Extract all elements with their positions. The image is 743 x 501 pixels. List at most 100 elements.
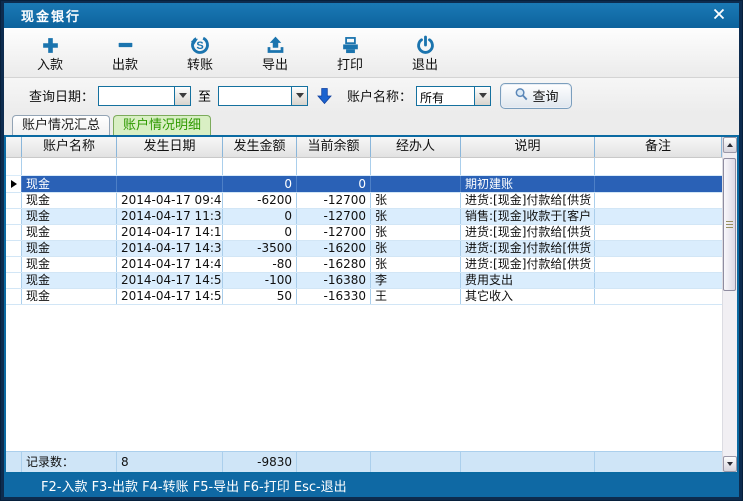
row-indicator-cell bbox=[6, 257, 22, 272]
footer-empty-cell bbox=[297, 452, 371, 472]
exit-label: 退出 bbox=[412, 57, 438, 73]
scrollbar-thumb[interactable] bbox=[723, 158, 736, 291]
scrollbar-track[interactable] bbox=[723, 153, 737, 456]
deposit-label: 入款 bbox=[37, 57, 63, 73]
column-header-0[interactable]: 账户名称 bbox=[22, 137, 117, 157]
empty-cell bbox=[22, 158, 117, 175]
column-header-3[interactable]: 当前余额 bbox=[297, 137, 371, 157]
search-button[interactable]: 查询 bbox=[500, 83, 572, 109]
cell-balance: -12700 bbox=[297, 225, 371, 240]
table-header-row: 账户名称发生日期发生金额当前余额经办人说明备注 bbox=[6, 137, 722, 158]
withdraw-label: 出款 bbox=[112, 57, 138, 73]
query-date-label: 查询日期： bbox=[29, 86, 94, 105]
table-row[interactable]: 现金2014-04-17 14:51-100-16380李费用支出 bbox=[6, 273, 722, 289]
cell-handler: 张 bbox=[371, 209, 461, 224]
down-arrow-icon bbox=[317, 87, 332, 105]
table-row[interactable]: 现金2014-04-17 14:43-80-16280张进货:[现金]付款给[供… bbox=[6, 257, 722, 273]
plus-icon bbox=[40, 34, 61, 56]
cell-date: 2014-04-17 14:16 bbox=[117, 225, 223, 240]
export-button[interactable]: 导出 bbox=[242, 30, 308, 76]
shortcut-keys-text: F2-入款 F3-出款 F4-转账 F5-导出 F6-打印 Esc-退出 bbox=[41, 476, 347, 495]
triangle-up-icon bbox=[727, 143, 733, 147]
status-bar: F2-入款 F3-出款 F4-转账 F5-导出 F6-打印 Esc-退出 bbox=[4, 474, 739, 497]
column-header-2[interactable]: 发生金额 bbox=[223, 137, 297, 157]
date-to-value[interactable] bbox=[219, 87, 291, 105]
date-from-value[interactable] bbox=[99, 87, 174, 105]
magnifier-icon bbox=[514, 87, 529, 105]
table-row[interactable]: 现金2014-04-17 14:5250-16330王其它收入 bbox=[6, 289, 722, 305]
chevron-down-icon bbox=[179, 93, 187, 98]
cell-desc: 进货:[现金]付款给[供货 bbox=[461, 241, 595, 256]
cell-balance: -16280 bbox=[297, 257, 371, 272]
column-header-5[interactable]: 说明 bbox=[461, 137, 595, 157]
empty-row[interactable] bbox=[6, 158, 722, 176]
cell-account: 现金 bbox=[22, 241, 117, 256]
date-to-combo[interactable] bbox=[218, 86, 308, 106]
footer-empty-cell bbox=[461, 452, 595, 472]
table-row[interactable]: 现金2014-04-17 09:48-6200-12700张进货:[现金]付款给… bbox=[6, 193, 722, 209]
table-row[interactable]: 现金00期初建账 bbox=[6, 176, 722, 193]
exit-button[interactable]: 退出 bbox=[392, 30, 458, 76]
cell-desc: 销售:[现金]收款于[客户 bbox=[461, 209, 595, 224]
print-label: 打印 bbox=[337, 57, 363, 73]
cell-note bbox=[595, 225, 722, 240]
date-from-dropdown-button[interactable] bbox=[174, 87, 190, 105]
row-indicator-cell bbox=[6, 241, 22, 256]
cell-date: 2014-04-17 14:31 bbox=[117, 241, 223, 256]
date-from-combo[interactable] bbox=[98, 86, 191, 106]
record-count-row: 记录数：8-9830 bbox=[6, 451, 722, 472]
empty-cell bbox=[461, 158, 595, 175]
cell-handler: 张 bbox=[371, 193, 461, 208]
footer-empty-cell bbox=[371, 452, 461, 472]
table-row[interactable]: 现金2014-04-17 11:340-12700张销售:[现金]收款于[客户 bbox=[6, 209, 722, 225]
print-icon bbox=[340, 34, 361, 56]
date-to-dropdown-button[interactable] bbox=[291, 87, 307, 105]
cell-note bbox=[595, 273, 722, 288]
row-indicator-cell bbox=[6, 225, 22, 240]
deposit-button[interactable]: 入款 bbox=[17, 30, 83, 76]
row-indicator-cell bbox=[6, 176, 22, 192]
cell-handler: 张 bbox=[371, 225, 461, 240]
cell-balance: -12700 bbox=[297, 209, 371, 224]
table-row[interactable]: 现金2014-04-17 14:160-12700张进货:[现金]付款给[供货 bbox=[6, 225, 722, 241]
cell-note bbox=[595, 176, 722, 192]
empty-cell bbox=[371, 158, 461, 175]
cell-note bbox=[595, 289, 722, 304]
cell-amount: 0 bbox=[223, 209, 297, 224]
cell-account: 现金 bbox=[22, 257, 117, 272]
column-header-6[interactable]: 备注 bbox=[595, 137, 722, 157]
cell-account: 现金 bbox=[22, 176, 117, 192]
cell-date: 2014-04-17 14:43 bbox=[117, 257, 223, 272]
export-label: 导出 bbox=[262, 57, 288, 73]
tab-account-summary[interactable]: 账户情况汇总 bbox=[12, 115, 110, 135]
cell-amount: 0 bbox=[223, 176, 297, 192]
cell-desc: 进货:[现金]付款给[供货 bbox=[461, 193, 595, 208]
account-combo[interactable]: 所有 bbox=[416, 86, 491, 106]
cell-amount: -100 bbox=[223, 273, 297, 288]
column-header-1[interactable]: 发生日期 bbox=[117, 137, 223, 157]
scrollbar-down-button[interactable] bbox=[723, 456, 737, 472]
account-dropdown-button[interactable] bbox=[474, 87, 490, 105]
cell-note bbox=[595, 241, 722, 256]
table-row[interactable]: 现金2014-04-17 14:31-3500-16200张进货:[现金]付款给… bbox=[6, 241, 722, 257]
chevron-down-icon bbox=[296, 93, 304, 98]
cell-handler: 李 bbox=[371, 273, 461, 288]
account-combo-value[interactable]: 所有 bbox=[417, 87, 474, 105]
empty-cell bbox=[117, 158, 223, 175]
withdraw-button[interactable]: 出款 bbox=[92, 30, 158, 76]
title-bar: 现金银行 bbox=[4, 3, 739, 28]
cell-date bbox=[117, 176, 223, 192]
transfer-button[interactable]: S 转账 bbox=[167, 30, 233, 76]
scrollbar-up-button[interactable] bbox=[723, 137, 737, 153]
triangle-down-icon bbox=[727, 462, 733, 466]
cell-note bbox=[595, 193, 722, 208]
column-header-4[interactable]: 经办人 bbox=[371, 137, 461, 157]
record-count-label: 记录数： bbox=[22, 452, 117, 472]
close-button[interactable] bbox=[709, 6, 729, 26]
minus-icon bbox=[115, 34, 136, 56]
vertical-scrollbar[interactable] bbox=[722, 137, 737, 472]
cell-balance: 0 bbox=[297, 176, 371, 192]
footer-empty-cell bbox=[595, 452, 722, 472]
tab-account-detail[interactable]: 账户情况明细 bbox=[113, 115, 211, 135]
print-button[interactable]: 打印 bbox=[317, 30, 383, 76]
